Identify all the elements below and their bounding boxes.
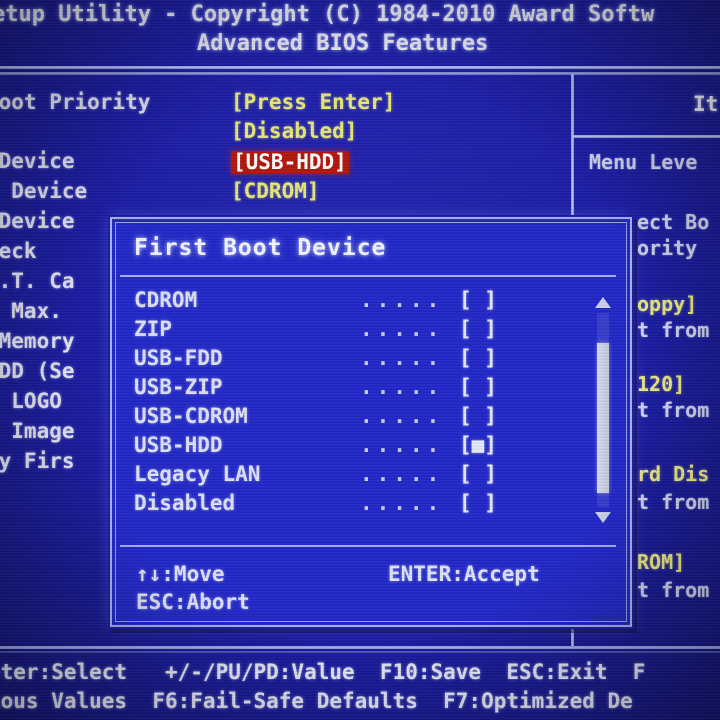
boot-option-checkbox-usb-cdrom[interactable]: [ ] [459, 405, 497, 428]
boot-option-label-disabled: Disabled [134, 491, 236, 515]
option-label-hdd-security[interactable]: HDD (Se [0, 361, 75, 382]
dot-leader: ..... [360, 346, 444, 370]
option-label-second-boot-device[interactable]: t Device [0, 181, 87, 202]
dot-leader: ..... [360, 288, 444, 312]
option-label-os-image[interactable]: S Image [0, 421, 74, 442]
help-entry-text-floppy: t from [637, 318, 710, 342]
list-item[interactable]: USB-ZIP ..... [ ] [112, 376, 630, 405]
boot-option-label-usb-hdd: USB-HDD [134, 433, 223, 457]
boot-option-checkbox-cdrom[interactable]: [ ] [459, 289, 497, 312]
dot-leader: ..... [360, 375, 444, 399]
dialog-title: First Boot Device [134, 235, 387, 261]
option-value-disabled[interactable]: [Disabled] [231, 121, 357, 142]
status-bar-line-1: nter:Select +/-/PU/PD:Value F10:Save ESC… [0, 660, 646, 684]
list-item[interactable]: Legacy LAN ..... [ ] [112, 463, 630, 492]
dialog-title-divider [120, 275, 616, 277]
option-label-first-boot-device[interactable]: Device [0, 151, 75, 172]
boot-option-checkbox-legacy-lan[interactable]: [ ] [459, 463, 497, 486]
dot-leader: ..... [360, 317, 444, 341]
boot-device-option-list: CDROM ..... [ ] ZIP ..... [ ] USB-FDD ..… [112, 289, 630, 521]
help-entry-key-hard-disk: rd Dis [637, 462, 710, 486]
boot-option-checkbox-usb-fdd[interactable]: [ ] [459, 347, 497, 370]
help-entry-text-ls120: t from [637, 398, 710, 422]
help-entry-key-floppy: oppy] [637, 292, 698, 316]
option-value-first-boot-device[interactable]: [USB-HDD] [231, 151, 349, 174]
dialog-footer-divider [120, 545, 616, 547]
boot-option-label-legacy-lan: Legacy LAN [134, 462, 261, 486]
option-value-second-boot-device[interactable]: [CDROM] [231, 181, 320, 202]
item-help-title: It [693, 92, 719, 116]
dot-leader: ..... [360, 491, 444, 515]
option-label-display-first[interactable]: ay Firs [0, 451, 75, 472]
menu-level-label: Menu Leve [589, 150, 698, 174]
help-desc-line-2: ority [637, 236, 698, 260]
option-label-third-boot-device[interactable]: Device [0, 211, 75, 232]
hint-abort: ESC:Abort [136, 590, 250, 614]
option-label-full-screen-logo[interactable]: n LOGO [0, 391, 62, 412]
status-bar-line-2: ious Values F6:Fail-Safe Defaults F7:Opt… [0, 689, 633, 713]
header-divider-bottom [0, 72, 720, 75]
help-entry-key-cdrom: ROM] [637, 550, 686, 574]
help-desc-line-1: ect Bo [637, 210, 710, 234]
status-divider-top [0, 646, 720, 649]
dot-leader: ..... [360, 433, 444, 457]
list-item[interactable]: USB-CDROM ..... [ ] [112, 405, 630, 434]
option-label-boot-priority[interactable]: Boot Priority [0, 92, 150, 113]
bios-setup-screen: etup Utility - Copyright (C) 1984-2010 A… [0, 0, 720, 720]
hint-move: ↑↓:Move [136, 562, 225, 586]
option-label-boot-up-check[interactable]: heck [0, 241, 37, 262]
help-entry-text-cdrom: t from [637, 578, 710, 602]
list-item[interactable]: USB-FDD ..... [ ] [112, 347, 630, 376]
list-item[interactable]: USB-HDD ..... [■] [112, 434, 630, 463]
scrollbar-thumb[interactable] [597, 343, 609, 493]
list-item[interactable]: ZIP ..... [ ] [112, 318, 630, 347]
boot-option-label-usb-fdd: USB-FDD [134, 346, 223, 370]
boot-option-checkbox-usb-zip[interactable]: [ ] [459, 376, 497, 399]
boot-option-label-cdrom: CDROM [134, 288, 198, 312]
boot-option-label-zip: ZIP [134, 317, 172, 341]
dot-leader: ..... [360, 462, 444, 486]
boot-option-checkbox-usb-hdd[interactable]: [■] [459, 434, 497, 457]
dot-leader: ..... [360, 404, 444, 428]
help-entry-text-hard-disk: t from [637, 490, 710, 514]
option-value-boot-priority[interactable]: [Press Enter] [231, 92, 395, 113]
first-boot-device-dialog: First Boot Device CDROM ..... [ ] ZIP ..… [110, 217, 632, 627]
item-help-divider [573, 135, 720, 138]
boot-option-checkbox-zip[interactable]: [ ] [459, 318, 497, 341]
boot-option-checkbox-disabled[interactable]: [ ] [459, 492, 497, 515]
header-divider-top [0, 66, 720, 69]
boot-option-label-usb-zip: USB-ZIP [134, 375, 223, 399]
option-label-hdd-max[interactable]: D Max. [0, 301, 62, 322]
bios-copyright-title: etup Utility - Copyright (C) 1984-2010 A… [0, 2, 655, 27]
help-entry-key-ls120: 120] [637, 372, 686, 396]
list-item[interactable]: Disabled ..... [ ] [112, 492, 630, 521]
scroll-up-arrow-icon[interactable] [595, 297, 611, 308]
page-title: Advanced BIOS Features [197, 31, 489, 56]
option-label-smart-cap[interactable]: R.T. Ca [0, 271, 75, 292]
hint-accept: ENTER:Accept [388, 562, 540, 586]
boot-option-label-usb-cdrom: USB-CDROM [134, 404, 248, 428]
scroll-down-arrow-icon[interactable] [595, 512, 611, 523]
status-divider-bottom [0, 651, 720, 653]
option-label-memory[interactable]: Memory [0, 331, 75, 352]
list-item[interactable]: CDROM ..... [ ] [112, 289, 630, 318]
dialog-scrollbar[interactable] [592, 295, 614, 525]
